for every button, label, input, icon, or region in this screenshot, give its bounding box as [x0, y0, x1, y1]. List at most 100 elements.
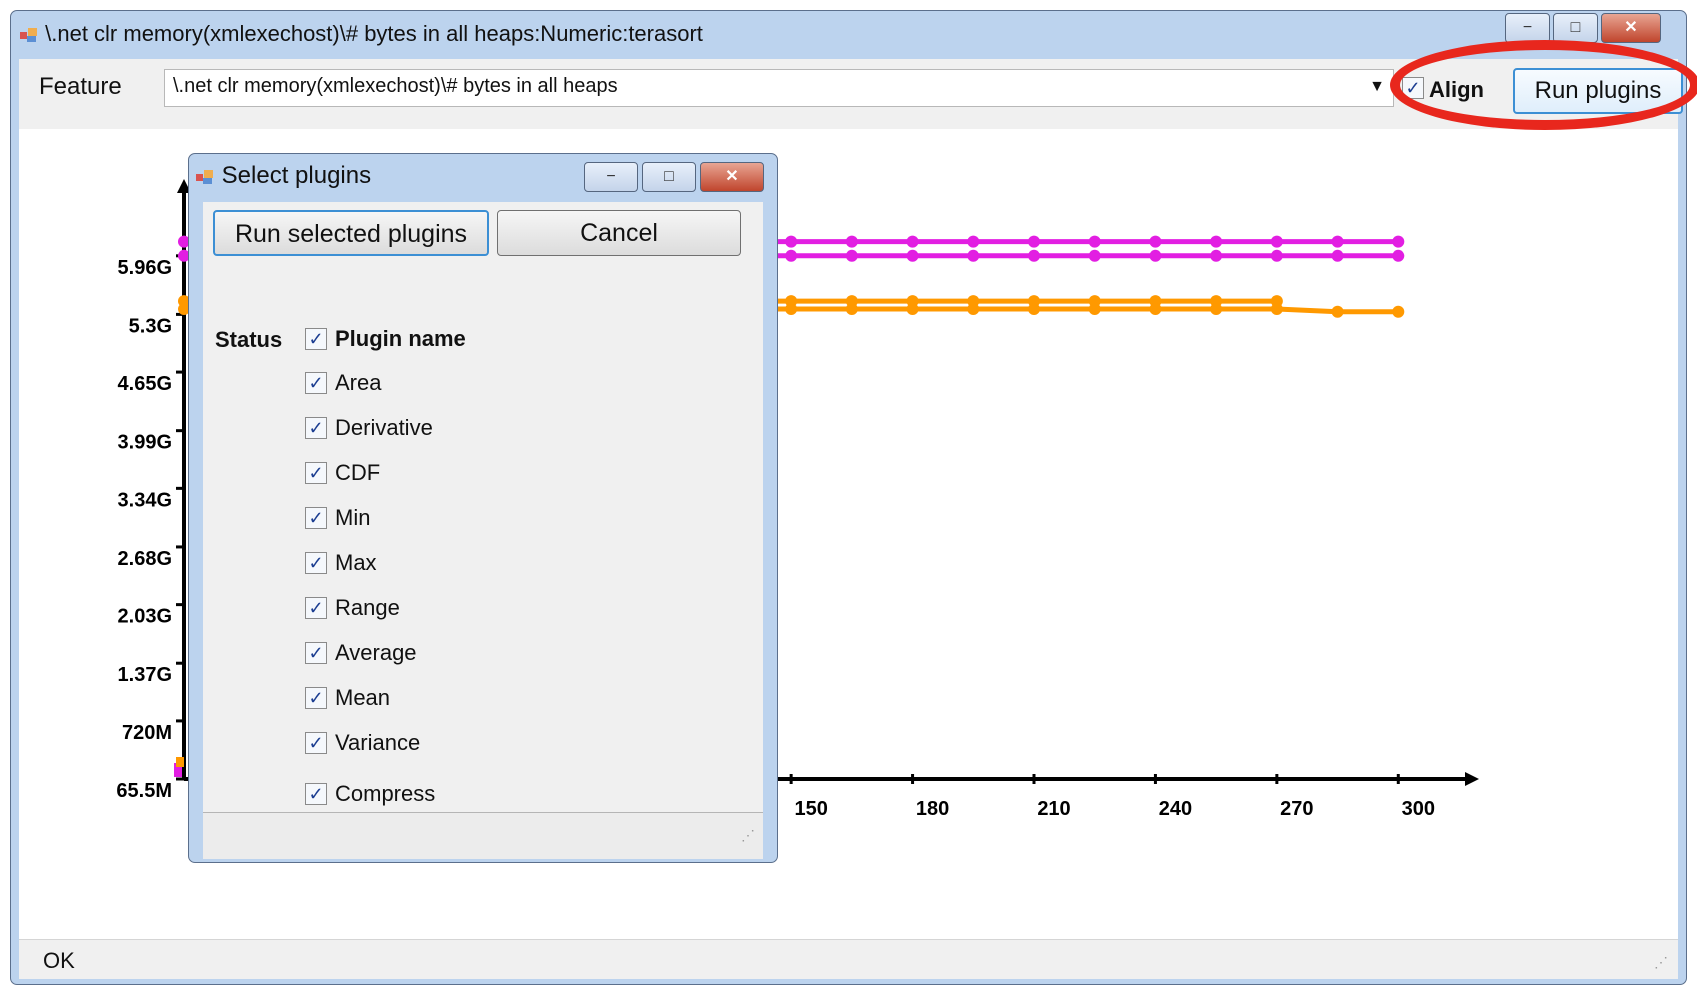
minimize-button[interactable]: −: [1505, 13, 1550, 43]
plugin-checkbox[interactable]: ✓: [305, 732, 327, 754]
plugin-checkbox[interactable]: ✓: [305, 642, 327, 664]
dialog-title: Select plugins: [221, 162, 372, 189]
data-point: [1331, 235, 1344, 248]
plugin-label: Max: [335, 550, 377, 575]
plugin-checkbox[interactable]: ✓: [305, 417, 327, 439]
close-button[interactable]: ✕: [1601, 13, 1661, 43]
data-point: [1392, 235, 1405, 248]
run-selected-plugins-button[interactable]: Run selected plugins: [213, 210, 489, 256]
data-point: [1210, 249, 1223, 262]
data-point: [1028, 303, 1040, 316]
plugin-label: Average: [335, 640, 417, 665]
dialog-status-strip: ⋰: [203, 812, 763, 859]
plugin-checkbox[interactable]: ✓: [305, 597, 327, 619]
y-tick-label: 5.96G: [118, 257, 172, 279]
dialog-minimize-button[interactable]: −: [584, 162, 638, 192]
select-all-checkbox[interactable]: ✓: [305, 328, 327, 350]
data-point: [1331, 249, 1344, 262]
x-tick-label: 240: [1159, 798, 1192, 820]
plugin-checkbox[interactable]: ✓: [305, 462, 327, 484]
plugin-checkbox[interactable]: ✓: [305, 783, 327, 805]
main-window-title: \.net clr memory(xmlexechost)\# bytes in…: [45, 21, 703, 46]
x-tick-label: 210: [1037, 798, 1070, 820]
plugin-label: Derivative: [335, 415, 433, 440]
main-window-titlebar[interactable]: \.net clr memory(xmlexechost)\# bytes in…: [19, 19, 819, 49]
data-point: [785, 303, 798, 316]
data-point: [1149, 303, 1162, 316]
feature-label: Feature: [39, 73, 122, 100]
data-point: [1392, 305, 1405, 318]
data-point: [967, 249, 980, 262]
plugin-name-column-header: Plugin name: [335, 326, 466, 351]
dialog-titlebar[interactable]: Select plugins: [195, 162, 371, 190]
data-point: [1028, 235, 1040, 248]
select-plugins-dialog: Select plugins − □ ✕ Run selected plugin…: [188, 153, 778, 863]
data-point: [1149, 249, 1162, 262]
dialog-close-button[interactable]: ✕: [700, 162, 764, 192]
data-point: [845, 249, 858, 262]
app-icon: [20, 28, 37, 43]
plugin-checkbox[interactable]: ✓: [305, 507, 327, 529]
dialog-maximize-button[interactable]: □: [642, 162, 696, 192]
plugin-label: Mean: [335, 685, 391, 710]
y-tick-label: 65.5M: [116, 780, 172, 802]
x-tick-label: 150: [794, 798, 827, 820]
cancel-button[interactable]: Cancel: [497, 210, 741, 256]
data-point: [1392, 249, 1405, 262]
data-point: [906, 303, 919, 316]
data-point: [967, 303, 980, 316]
x-tick-label: 270: [1280, 798, 1313, 820]
y-tick-label: 4.65G: [118, 373, 172, 395]
dialog-resize-grip-icon[interactable]: ⋰: [741, 827, 755, 844]
origin-marker: [176, 757, 184, 767]
data-point: [845, 235, 858, 248]
data-point: [845, 303, 858, 316]
y-tick-label: 2.68G: [118, 548, 172, 570]
data-point: [1088, 249, 1101, 262]
status-column-header: Status: [215, 327, 283, 352]
feature-dropdown-value: \.net clr memory(xmlexechost)\# bytes in…: [173, 75, 618, 97]
data-point: [1149, 235, 1162, 248]
plugin-checkbox[interactable]: ✓: [305, 372, 327, 394]
dialog-app-icon: [196, 169, 213, 184]
x-tick-label: 180: [916, 798, 949, 820]
x-axis-arrow: [1465, 772, 1479, 786]
dialog-client-area: Run selected plugins Cancel Status ✓ Plu…: [203, 202, 763, 859]
data-point: [1270, 249, 1283, 262]
data-point: [785, 249, 798, 262]
data-point: [967, 235, 980, 248]
data-point: [1028, 249, 1040, 262]
y-tick-label: 3.99G: [118, 432, 172, 454]
data-point: [1088, 303, 1101, 316]
plugin-label: CDF: [335, 460, 381, 485]
data-point: [1270, 235, 1283, 248]
y-tick-label: 1.37G: [118, 664, 172, 686]
plugin-checkbox[interactable]: ✓: [305, 552, 327, 574]
data-point: [1088, 235, 1101, 248]
resize-grip-icon[interactable]: ⋰: [1654, 954, 1668, 971]
plugin-label: Range: [335, 595, 400, 620]
y-tick-label: 5.3G: [129, 315, 172, 337]
data-point: [1210, 235, 1223, 248]
x-tick-label: 300: [1402, 798, 1435, 820]
plugin-label: Min: [335, 505, 371, 530]
data-point: [906, 249, 919, 262]
status-text: OK: [43, 948, 75, 973]
data-point: [1270, 303, 1283, 316]
data-point: [785, 235, 798, 248]
feature-dropdown[interactable]: \.net clr memory(xmlexechost)\# bytes in…: [164, 69, 1394, 107]
chevron-down-icon[interactable]: ▼: [1369, 78, 1385, 96]
status-bar: OK ⋰: [19, 939, 1678, 979]
data-point: [1331, 305, 1344, 318]
maximize-button[interactable]: □: [1553, 13, 1598, 43]
plugin-label: Compress: [335, 781, 436, 806]
plugin-label: Area: [335, 370, 382, 395]
y-tick-label: 3.34G: [118, 489, 172, 511]
data-point: [1210, 303, 1223, 316]
plugin-checkbox[interactable]: ✓: [305, 687, 327, 709]
highlight-circle: [1390, 40, 1697, 130]
y-tick-label: 720M: [122, 722, 172, 744]
data-point: [906, 235, 919, 248]
plugin-label: Variance: [335, 730, 421, 755]
y-tick-label: 2.03G: [118, 606, 172, 628]
